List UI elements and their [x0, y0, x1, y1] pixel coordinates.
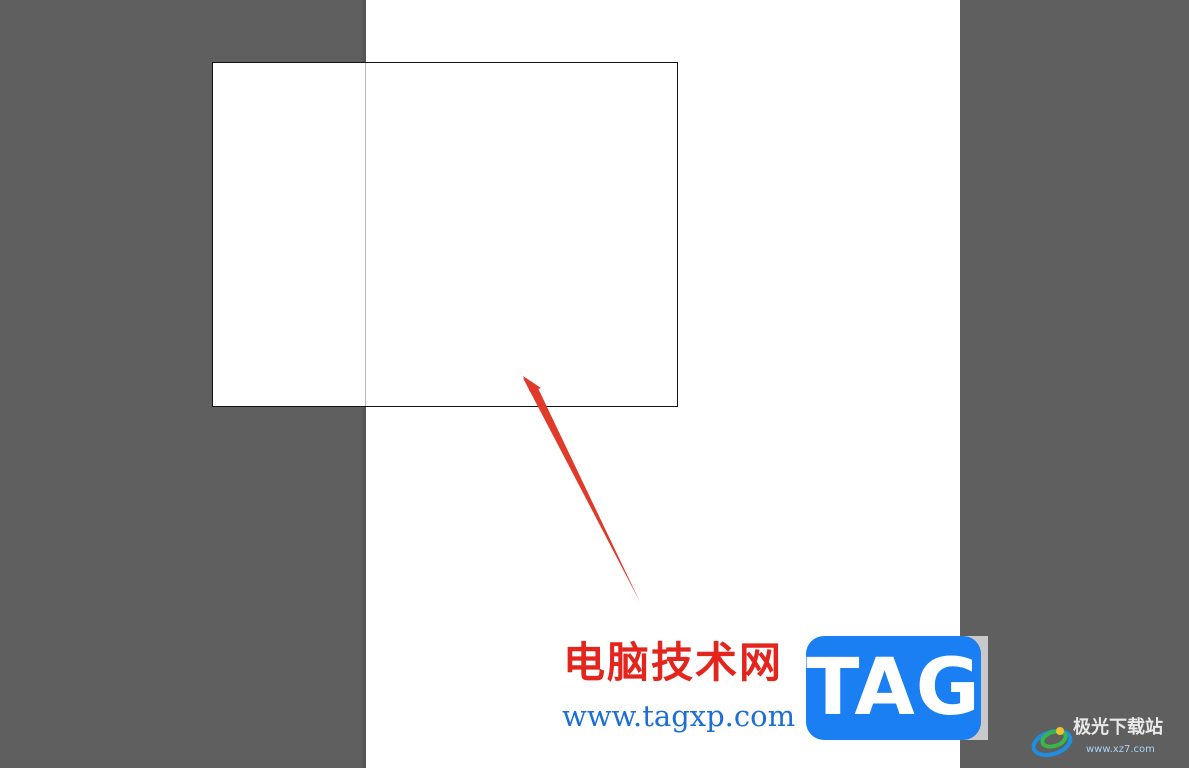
aurora-logo-icon [1031, 727, 1073, 757]
corner-site-url: www.xz7.com [1086, 744, 1155, 755]
watermark-site-name: 电脑技术网 [563, 638, 784, 687]
watermark-tag-text: TAG [806, 643, 981, 733]
aurora-logo-dot [1056, 727, 1064, 735]
drawn-rectangle[interactable] [212, 62, 678, 407]
watermark-site-url: www.tagxp.com [562, 699, 796, 733]
corner-site-name: 极光下载站 [1073, 717, 1163, 738]
watermark-tag-badge: TAG [806, 636, 981, 740]
